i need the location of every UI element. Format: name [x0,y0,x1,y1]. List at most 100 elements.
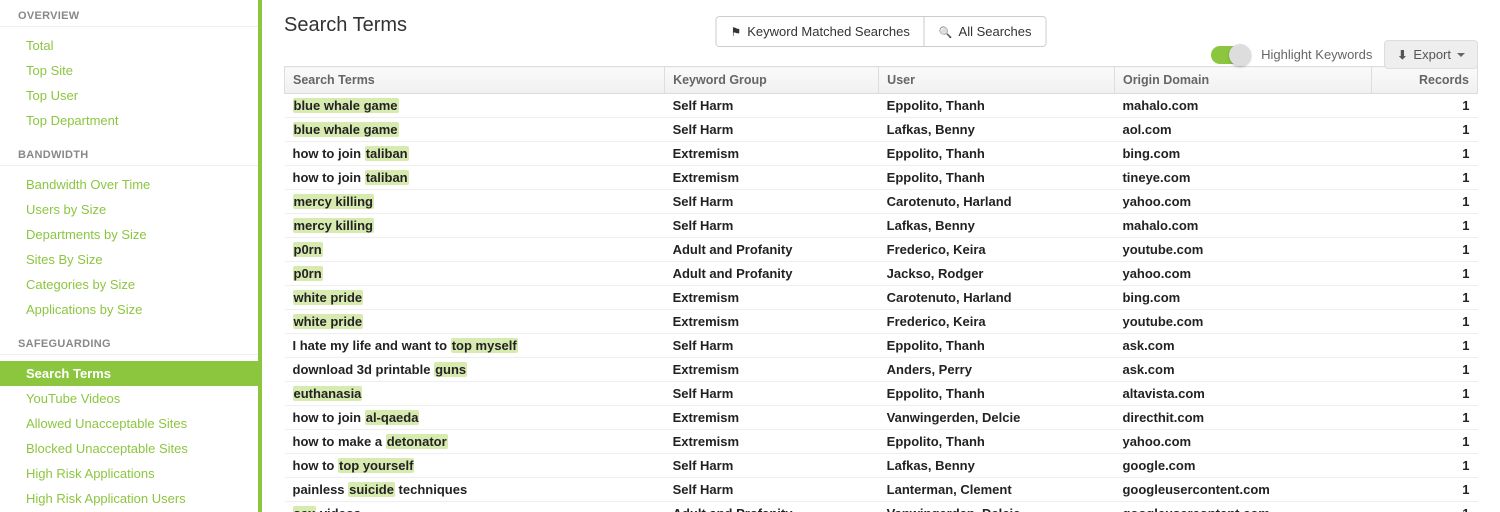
table-header: Search TermsKeyword GroupUserOrigin Doma… [285,67,1478,94]
page-title: Search Terms [284,14,407,37]
cell-keyword-group: Self Harm [665,94,879,118]
cell-records: 1 [1372,190,1478,214]
table-row[interactable]: blue whale gameSelf HarmLafkas, Bennyaol… [285,118,1478,142]
sidebar-item[interactable]: Total [0,33,258,58]
table-row[interactable]: how to join talibanExtremismEppolito, Th… [285,142,1478,166]
cell-user: Vanwingerden, Delcie [879,502,1115,512]
sidebar-item[interactable]: High Risk Application Users [0,486,258,511]
cell-keyword-group: Extremism [665,406,879,430]
export-label: Export [1413,47,1451,62]
table-row[interactable]: mercy killingSelf HarmLafkas, Bennymahal… [285,214,1478,238]
caret-down-icon [1457,53,1465,57]
sidebar-item[interactable]: YouTube Videos [0,386,258,411]
table-row[interactable]: sex videosAdult and ProfanityVanwingerde… [285,502,1478,512]
cell-records: 1 [1372,478,1478,502]
all-searches-button[interactable]: All Searches [924,17,1046,46]
cell-user: Jackso, Rodger [879,262,1115,286]
cell-records: 1 [1372,118,1478,142]
cell-origin-domain: altavista.com [1114,382,1371,406]
cell-search-term: white pride [285,310,665,334]
sidebar-group-header: OVERVIEW [0,4,258,27]
cell-origin-domain: youtube.com [1114,310,1371,334]
sidebar-item[interactable]: Sites By Size [0,247,258,272]
column-header[interactable]: Search Terms [285,67,665,94]
sidebar-item[interactable]: Users by Size [0,197,258,222]
download-icon [1397,47,1407,62]
cell-search-term: how to join taliban [285,142,665,166]
cell-origin-domain: ask.com [1114,334,1371,358]
export-button[interactable]: Export [1384,40,1478,69]
column-header[interactable]: Records [1372,67,1478,94]
cell-origin-domain: google.com [1114,454,1371,478]
cell-origin-domain: bing.com [1114,142,1371,166]
cell-origin-domain: yahoo.com [1114,430,1371,454]
right-controls: Highlight Keywords Export [1211,40,1478,69]
cell-keyword-group: Self Harm [665,214,879,238]
cell-search-term: sex videos [285,502,665,512]
sidebar-item[interactable]: Allowed Unacceptable Sites [0,411,258,436]
column-header[interactable]: Origin Domain [1114,67,1371,94]
sidebar-item[interactable]: High Risk Applications [0,461,258,486]
cell-records: 1 [1372,262,1478,286]
cell-keyword-group: Self Harm [665,382,879,406]
table-row[interactable]: painless suicide techniquesSelf HarmLant… [285,478,1478,502]
sidebar-item[interactable]: Top Site [0,58,258,83]
sidebar-item[interactable]: Search Terms [0,361,258,386]
sidebar-group-header: SAFEGUARDING [0,332,258,355]
cell-records: 1 [1372,214,1478,238]
keyword-matched-searches-button[interactable]: Keyword Matched Searches [716,17,923,46]
cell-origin-domain: mahalo.com [1114,214,1371,238]
sidebar-item[interactable]: Top User [0,83,258,108]
table-row[interactable]: mercy killingSelf HarmCarotenuto, Harlan… [285,190,1478,214]
table-row[interactable]: I hate my life and want to top myselfSel… [285,334,1478,358]
table-row[interactable]: how to make a detonatorExtremismEppolito… [285,430,1478,454]
table-row[interactable]: download 3d printable gunsExtremismAnder… [285,358,1478,382]
cell-keyword-group: Extremism [665,310,879,334]
cell-keyword-group: Self Harm [665,478,879,502]
cell-origin-domain: mahalo.com [1114,94,1371,118]
sidebar-item[interactable]: Bandwidth Over Time [0,172,258,197]
cell-search-term: mercy killing [285,214,665,238]
cell-user: Frederico, Keira [879,238,1115,262]
table-row[interactable]: how to join al-qaedaExtremismVanwingerde… [285,406,1478,430]
cell-keyword-group: Self Harm [665,334,879,358]
cell-search-term: how to join taliban [285,166,665,190]
highlight-keywords-toggle[interactable] [1211,46,1249,64]
cell-keyword-group: Self Harm [665,190,879,214]
cell-user: Eppolito, Thanh [879,382,1115,406]
table-row[interactable]: p0rnAdult and ProfanityJackso, Rodgeryah… [285,262,1478,286]
cell-origin-domain: googleusercontent.com [1114,478,1371,502]
table-row[interactable]: how to join talibanExtremismEppolito, Th… [285,166,1478,190]
sidebar-item[interactable]: Applications by Size [0,297,258,322]
toggle-knob [1229,44,1251,66]
cell-user: Anders, Perry [879,358,1115,382]
column-header[interactable]: Keyword Group [665,67,879,94]
cell-keyword-group: Adult and Profanity [665,262,879,286]
cell-user: Carotenuto, Harland [879,190,1115,214]
table-row[interactable]: euthanasiaSelf HarmEppolito, Thanhaltavi… [285,382,1478,406]
sidebar-item[interactable]: Categories by Size [0,272,258,297]
table-row[interactable]: how to top yourselfSelf HarmLafkas, Benn… [285,454,1478,478]
cell-user: Carotenuto, Harland [879,286,1115,310]
cell-records: 1 [1372,382,1478,406]
cell-records: 1 [1372,502,1478,512]
column-header[interactable]: User [879,67,1115,94]
sidebar-item[interactable]: Departments by Size [0,222,258,247]
cell-user: Lafkas, Benny [879,214,1115,238]
table-row[interactable]: white prideExtremismFrederico, Keirayout… [285,310,1478,334]
cell-records: 1 [1372,454,1478,478]
cell-keyword-group: Extremism [665,286,879,310]
table-row[interactable]: white prideExtremismCarotenuto, Harlandb… [285,286,1478,310]
cell-records: 1 [1372,94,1478,118]
search-scope-toggle: Keyword Matched Searches All Searches [715,16,1046,47]
table-row[interactable]: p0rnAdult and ProfanityFrederico, Keiray… [285,238,1478,262]
sidebar-item[interactable]: Blocked Unacceptable Sites [0,436,258,461]
cell-keyword-group: Adult and Profanity [665,502,879,512]
cell-search-term: euthanasia [285,382,665,406]
table-row[interactable]: blue whale gameSelf HarmEppolito, Thanhm… [285,94,1478,118]
cell-origin-domain: tineye.com [1114,166,1371,190]
table-wrapper: Search TermsKeyword GroupUserOrigin Doma… [284,66,1478,512]
search-icon [939,24,953,39]
sidebar-item[interactable]: Top Department [0,108,258,133]
cell-user: Eppolito, Thanh [879,430,1115,454]
